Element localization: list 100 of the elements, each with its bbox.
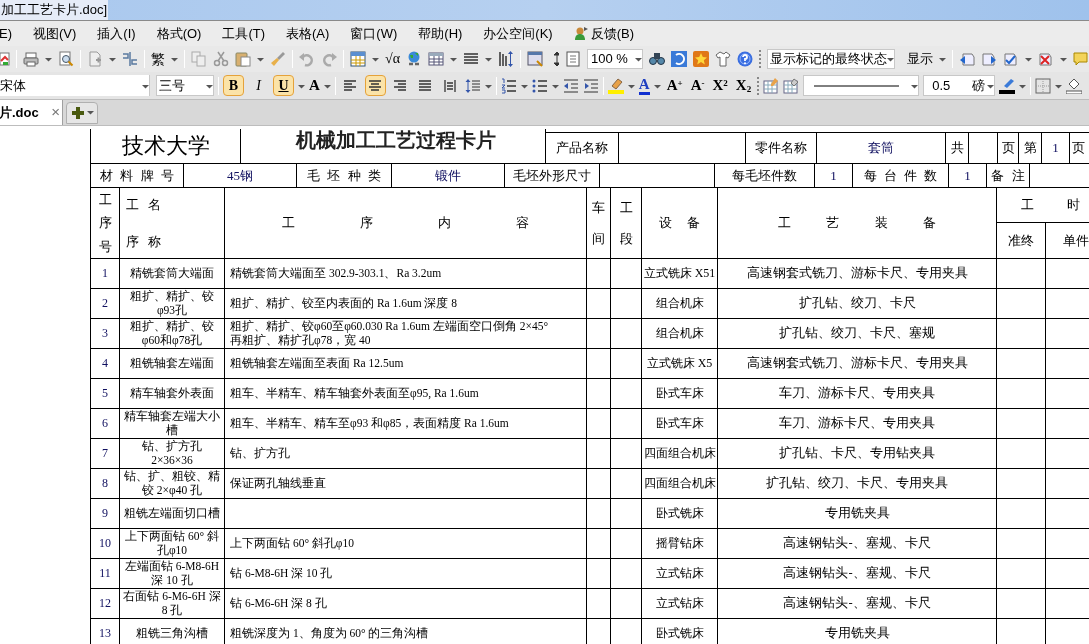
underline-button[interactable]: U [273, 75, 294, 96]
find-icon[interactable] [649, 51, 665, 67]
paste-icon[interactable] [235, 51, 251, 67]
table-cell: 12 [90, 588, 120, 619]
caret-icon[interactable] [86, 111, 94, 115]
spreadsheet-icon[interactable] [350, 51, 366, 67]
superscript-button[interactable]: X$^{2}$ [712, 78, 728, 93]
highlighter-icon[interactable] [607, 77, 624, 94]
markup-view-dropdown[interactable]: 显示标记的最终状态 [767, 49, 895, 69]
zoom-field[interactable]: 100 % [587, 49, 643, 69]
formula-button[interactable]: √α [385, 52, 401, 66]
field-value: 1 [815, 164, 853, 188]
decrease-indent-icon[interactable] [562, 77, 579, 94]
table-cell: 11 [90, 558, 120, 589]
font-field[interactable]: 宋体 [0, 75, 150, 96]
table-cell: 立式铣床 X51 [641, 258, 718, 289]
bold-button[interactable]: B [223, 75, 244, 96]
next-change-icon[interactable] [981, 51, 997, 67]
table-erase-icon[interactable] [783, 77, 800, 94]
increase-indent-icon[interactable] [582, 77, 599, 94]
table-cell: 卧式铣床 [641, 498, 718, 529]
table-cell: 车刀、游标卡尺、专用夹具 [717, 378, 997, 409]
menu-item[interactable]: 帮助(H) [418, 23, 463, 44]
menu-item[interactable]: E) [0, 23, 12, 44]
grow-font-button[interactable]: A$^{+}$ [666, 78, 683, 93]
font-color-button[interactable]: A [638, 76, 650, 95]
fill-bucket-icon[interactable] [1066, 77, 1083, 94]
bullet-list-icon[interactable] [531, 77, 548, 94]
table-cell: 8 [90, 468, 120, 499]
field-label: 毛坯外形尺寸 [505, 164, 600, 188]
history-icon[interactable] [671, 51, 687, 67]
table-icon[interactable] [428, 51, 445, 67]
field-label: 备 注 [987, 164, 1030, 188]
table-cell: 钻 6-M8-6H 深 10 孔 [224, 558, 587, 589]
font-size-field[interactable]: 三号 [156, 75, 214, 96]
menu-item[interactable]: 格式(O) [156, 23, 202, 44]
form-title: 机械加工工艺过程卡片 [241, 129, 546, 164]
table-cell: 精车轴套外表面 [119, 378, 225, 409]
italic-button[interactable]: I [248, 75, 269, 96]
numbered-list-icon[interactable] [500, 77, 517, 94]
help-icon[interactable] [737, 51, 753, 67]
table-cell: 卧式车床 [641, 378, 718, 409]
new-tab-button[interactable] [66, 102, 98, 124]
field-label: 毛 坯 种 类 [297, 164, 392, 188]
menu-item[interactable]: 窗口(W) [350, 23, 398, 44]
page-icon[interactable] [565, 51, 582, 67]
table-cell: 组合机床 [641, 288, 718, 319]
table-cell: 3 [90, 318, 120, 349]
line-spacing-icon[interactable] [464, 77, 481, 94]
line-style-dropdown[interactable] [803, 75, 920, 96]
table-cell: 右面钻 6-M6-6H 深 8 孔 [119, 588, 225, 619]
table-cell: 精铣套筒大端面 [119, 258, 225, 289]
window-icon[interactable] [527, 51, 544, 67]
field-label: 共 [946, 133, 969, 164]
previous-change-icon[interactable] [959, 51, 975, 67]
menu-item[interactable]: 视图(V) [33, 23, 77, 44]
close-tab-button[interactable]: × [51, 101, 60, 124]
line-weight-field[interactable]: 0.5 磅 [923, 75, 996, 96]
printer-icon[interactable] [23, 51, 39, 67]
text-effect-button[interactable]: A [309, 78, 320, 93]
star-icon[interactable] [693, 51, 709, 67]
line-style-icon [814, 83, 900, 88]
table-cell: 7 [90, 438, 120, 469]
feedback-menu[interactable]: 反馈(B) [573, 23, 635, 44]
table-cell: 钻、扩方孔 [224, 438, 587, 469]
menu-item[interactable]: 办公空间(K) [483, 23, 553, 44]
reject-change-icon[interactable] [1038, 51, 1054, 67]
shrink-font-button[interactable]: A$^{-}$ [690, 78, 705, 93]
table-cell: 粗铣左端面切口槽 [119, 498, 225, 529]
columns-icon[interactable] [463, 51, 480, 67]
menu-item[interactable]: 插入(I) [97, 23, 136, 44]
table-cell: 钻、扩方孔 2×36×36 [119, 438, 225, 469]
table-cell: 6 [90, 408, 120, 439]
column-header: 工 名 [126, 195, 163, 214]
column-header: 序 称 [126, 233, 163, 252]
split-icon[interactable] [122, 51, 138, 67]
document-icon[interactable] [0, 51, 10, 67]
sort-icon[interactable] [498, 51, 515, 67]
shirt-icon[interactable] [715, 51, 731, 67]
field-label: 材 料 牌 号 [91, 164, 184, 188]
table-cell: 钻 6-M6-6H 深 8 孔 [224, 588, 587, 619]
table-cell: 扩孔钻、绞刀、卡尺 [717, 288, 997, 319]
menu-item[interactable]: 表格(A) [286, 23, 330, 44]
field-label: 每 台 件 数 [853, 164, 949, 188]
accept-change-icon[interactable] [1003, 51, 1019, 67]
column-header: 设 备 [641, 188, 718, 259]
field-label: 每毛坯件数 [715, 164, 815, 188]
table-cell: 2 [90, 288, 120, 319]
show-button[interactable]: 显示 [907, 49, 933, 69]
table-cell: 粗车、半精车、精车轴套外表面至φ95, Ra 1.6um [224, 378, 587, 409]
field-label: 产品名称 [546, 133, 619, 164]
pen-color-icon[interactable] [999, 77, 1016, 94]
align-center-icon[interactable] [364, 75, 386, 96]
subscript-button[interactable]: X$_{2}$ [735, 78, 752, 93]
field-value: 45钢 [184, 164, 297, 188]
traditional-chinese-button[interactable]: 繁 [151, 52, 165, 66]
menu-item[interactable]: 工具(T) [222, 23, 265, 44]
table-cell: 保证两孔轴线垂直 [224, 468, 587, 499]
field-label: 页 [1070, 133, 1089, 164]
print-preview-icon[interactable] [58, 51, 74, 67]
